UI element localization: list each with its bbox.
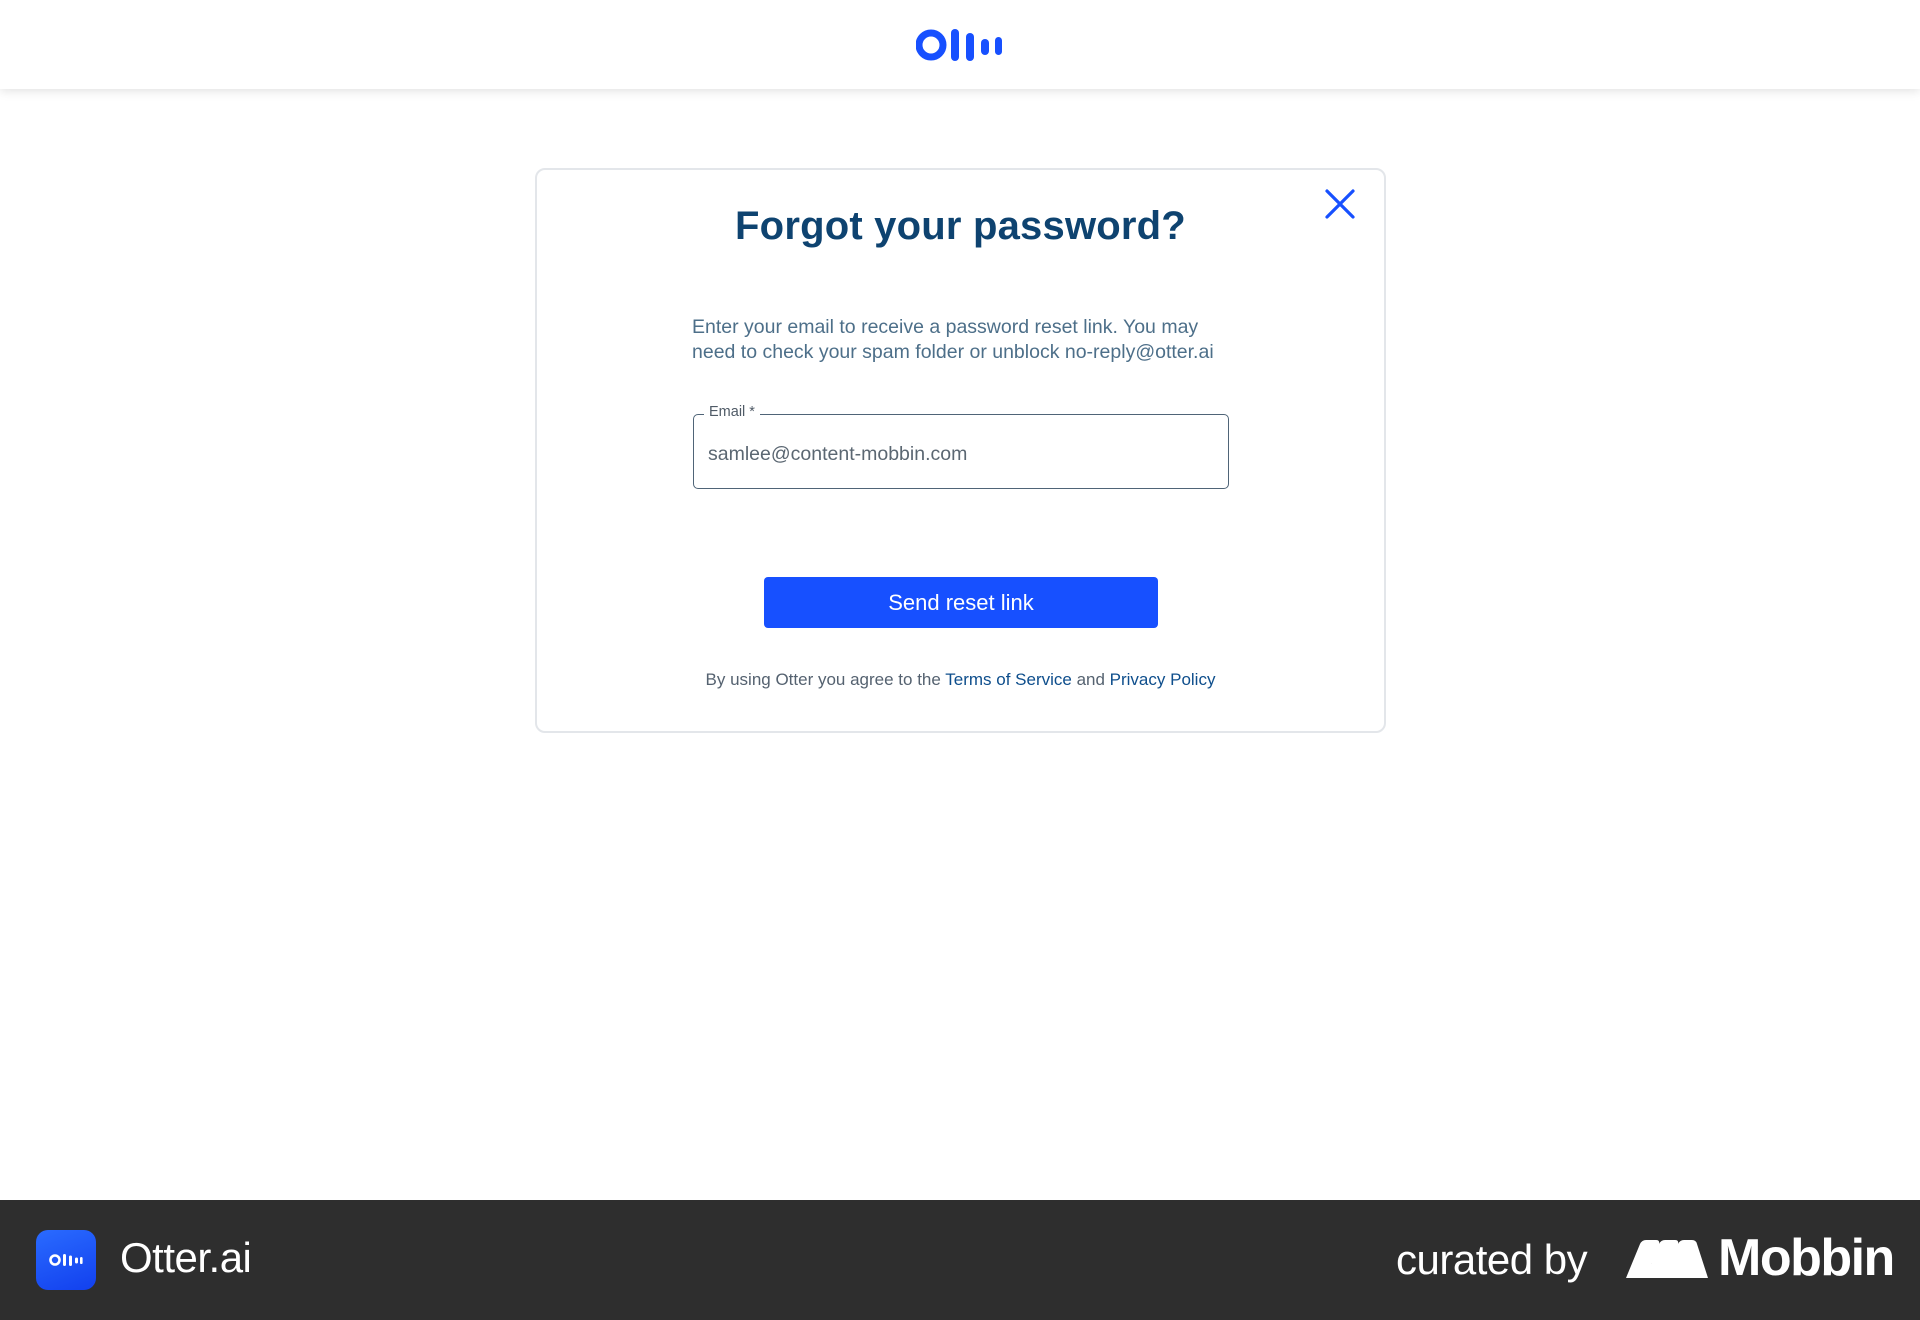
forgot-password-dialog: Forgot your password? Enter your email t… xyxy=(535,168,1386,733)
otter-logo-icon[interactable] xyxy=(916,27,1004,63)
mobbin-brand-name: Mobbin xyxy=(1718,1229,1895,1287)
page: Forgot your password? Enter your email t… xyxy=(0,0,1920,1320)
curated-banner: Otter.ai curated by Mobbin xyxy=(0,1200,1920,1320)
terms-and: and xyxy=(1071,670,1110,689)
email-label: Email * xyxy=(704,404,760,420)
mobbin-logo-icon xyxy=(1626,1240,1708,1278)
dialog-description: Enter your email to receive a password r… xyxy=(692,316,1214,363)
terms-prefix: By using Otter you agree to the xyxy=(705,670,946,689)
dialog-title: Forgot your password? xyxy=(735,204,1186,248)
terms-notice: By using Otter you agree to the Terms of… xyxy=(537,670,1384,690)
email-input[interactable] xyxy=(708,437,1208,471)
email-field: Email * xyxy=(693,404,1229,489)
otter-app-icon xyxy=(36,1230,96,1290)
privacy-policy-link[interactable]: Privacy Policy xyxy=(1110,670,1216,689)
terms-of-service-link[interactable]: Terms of Service xyxy=(945,670,1072,689)
send-reset-link-button[interactable]: Send reset link xyxy=(764,577,1158,628)
top-header xyxy=(0,0,1920,89)
curated-by-label: curated by xyxy=(1396,1236,1588,1283)
app-name: Otter.ai xyxy=(120,1234,252,1281)
